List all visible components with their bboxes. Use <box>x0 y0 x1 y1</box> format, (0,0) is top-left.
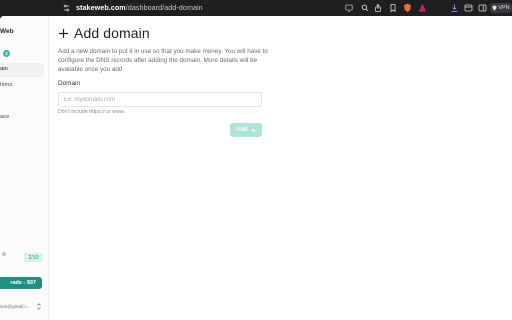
download-icon[interactable] <box>450 3 459 13</box>
domain-field-label: Domain <box>58 80 81 87</box>
address-bar[interactable]: stakeweb.com/dashboard/add-domain <box>76 2 203 14</box>
browser-toolbar: stakeweb.com/dashboard/add-domain VPN <box>0 0 512 16</box>
page-frame: Web 2 ain tions ace 2/10 rade - $97 son@… <box>0 16 512 320</box>
page-header: Add domain <box>58 25 150 41</box>
cast-icon[interactable] <box>345 3 353 13</box>
sidebar-item-marketplace[interactable]: ace <box>0 114 9 120</box>
page-description: Add a new domain to put it in use so tha… <box>58 48 268 73</box>
plus-icon <box>59 28 68 38</box>
vpn-label: VPN <box>498 5 510 11</box>
sidebar-item-domain[interactable]: ain <box>0 66 8 72</box>
sidebar-item-transactions[interactable]: tions <box>0 82 12 88</box>
domain-hint: Don't include https:// or www. <box>58 109 125 115</box>
domain-input[interactable] <box>58 92 262 107</box>
bookmark-icon[interactable] <box>389 3 397 13</box>
account-email[interactable]: son@gmail.c... <box>0 304 30 309</box>
site-settings-icon[interactable] <box>63 4 70 12</box>
url-path: /dashboard/add-domain <box>125 3 203 12</box>
info-dot-icon <box>2 252 6 256</box>
brand-name[interactable]: Web <box>0 28 14 35</box>
page-title: Add domain <box>74 25 150 41</box>
wallet-icon[interactable] <box>464 3 473 13</box>
sidebar-toggle-icon[interactable] <box>478 3 487 13</box>
sidebar: Web 2 ain tions ace 2/10 rade - $97 son@… <box>0 16 49 320</box>
brave-shields-icon[interactable] <box>403 3 412 13</box>
vpn-button[interactable]: VPN <box>490 3 512 13</box>
plus-icon <box>251 128 256 132</box>
chevron-up-down-icon[interactable] <box>36 302 42 311</box>
url-host: stakeweb.com <box>76 3 126 12</box>
credit-count-badge: 2 <box>3 50 10 57</box>
vpn-shield-icon <box>492 5 497 11</box>
add-domain-button[interactable]: Add <box>230 123 262 137</box>
search-icon[interactable] <box>361 3 369 13</box>
usage-badge: 2/10 <box>24 253 43 262</box>
upgrade-button[interactable]: rade - $97 <box>0 277 42 289</box>
main-content: Add domain Add a new domain to put it in… <box>49 16 512 320</box>
share-icon[interactable] <box>374 3 382 13</box>
brave-rewards-icon[interactable] <box>418 3 427 13</box>
add-button-label: Add <box>236 127 248 133</box>
